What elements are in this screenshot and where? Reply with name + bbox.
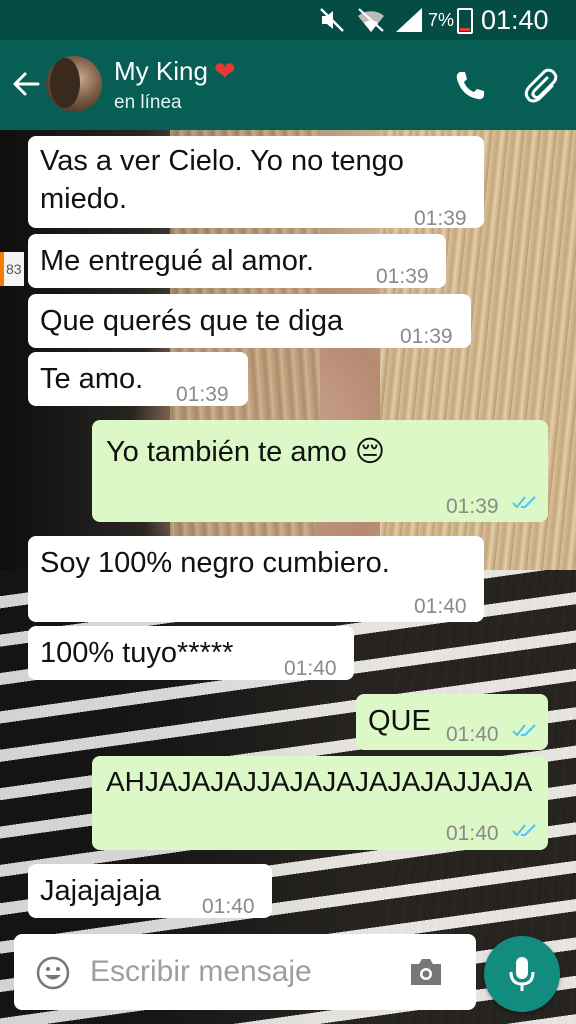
read-ticks-icon [512,724,536,737]
message-time: 01:39 [446,495,499,518]
contact-name[interactable]: My King ❤ [114,56,236,87]
message-text: Me entregué al amor. [40,245,315,277]
microphone-icon [509,957,535,991]
wifi-icon [358,8,384,33]
message-time: 01:39 [400,325,453,348]
phone-icon[interactable] [452,68,488,104]
message-text: Que querés que te diga [40,305,344,337]
emoji-icon[interactable] [36,956,70,990]
message-outgoing[interactable]: QUE 01:40 [356,694,548,750]
message-time: 01:40 [414,595,467,618]
message-time: 01:39 [176,383,229,406]
read-ticks-icon [512,824,536,837]
clock: 01:40 [481,5,549,35]
contact-status: en línea [114,92,182,113]
message-incoming[interactable]: Que querés que te diga 01:39 [28,294,471,348]
message-input[interactable] [90,948,390,996]
message-text: Vas a ver Cielo. Yo no tengo miedo. [40,145,404,215]
battery-percentage: 7% [428,10,455,30]
message-composer [14,934,476,1010]
heart-emoji: ❤ [213,56,236,86]
message-time: 01:40 [202,895,255,918]
contact-name-text: My King [114,56,208,86]
unread-indicator: 83 [0,252,24,286]
pensive-emoji: 😔 [354,434,386,468]
message-time: 01:40 [446,822,499,845]
message-incoming[interactable]: Me entregué al amor. 01:39 [28,234,446,288]
message-incoming[interactable]: 100% tuyo***** 01:40 [28,626,354,680]
back-arrow-icon[interactable] [8,66,44,102]
message-outgoing[interactable]: Yo también te amo 😔 01:39 [92,420,548,522]
chat-header: My King ❤ en línea [0,40,576,130]
unread-count: 83 [6,261,22,277]
paperclip-icon[interactable] [522,66,560,104]
message-time: 01:39 [414,207,467,230]
avatar[interactable] [46,56,102,112]
message-incoming[interactable]: Soy 100% negro cumbiero. 01:40 [28,536,484,622]
message-text: AHJAJAJAJJAJAJAJAJAJAJJAJA [106,766,533,797]
message-outgoing[interactable]: AHJAJAJAJJAJAJAJAJAJAJJAJA 01:40 [92,756,548,850]
camera-icon[interactable] [408,956,444,988]
mic-button[interactable] [484,936,560,1012]
message-time: 01:40 [446,723,499,746]
message-time: 01:40 [284,657,337,680]
status-bar: 7% 01:40 [0,0,576,40]
chat-area[interactable]: 83 Vas a ver Cielo. Yo no tengo miedo. 0… [0,130,576,1024]
mute-icon [320,8,344,32]
message-incoming[interactable]: Vas a ver Cielo. Yo no tengo miedo. 01:3… [28,136,484,230]
message-incoming[interactable]: Jajajajaja 01:40 [28,864,272,918]
message-text: Soy 100% negro cumbiero. [40,547,390,579]
read-ticks-icon [512,496,536,509]
message-text: Yo también te amo 😔 [106,434,386,468]
signal-icon [396,8,422,32]
message-incoming[interactable]: Te amo. 01:39 [28,352,248,406]
message-time: 01:39 [376,265,429,288]
battery-icon [457,8,473,34]
